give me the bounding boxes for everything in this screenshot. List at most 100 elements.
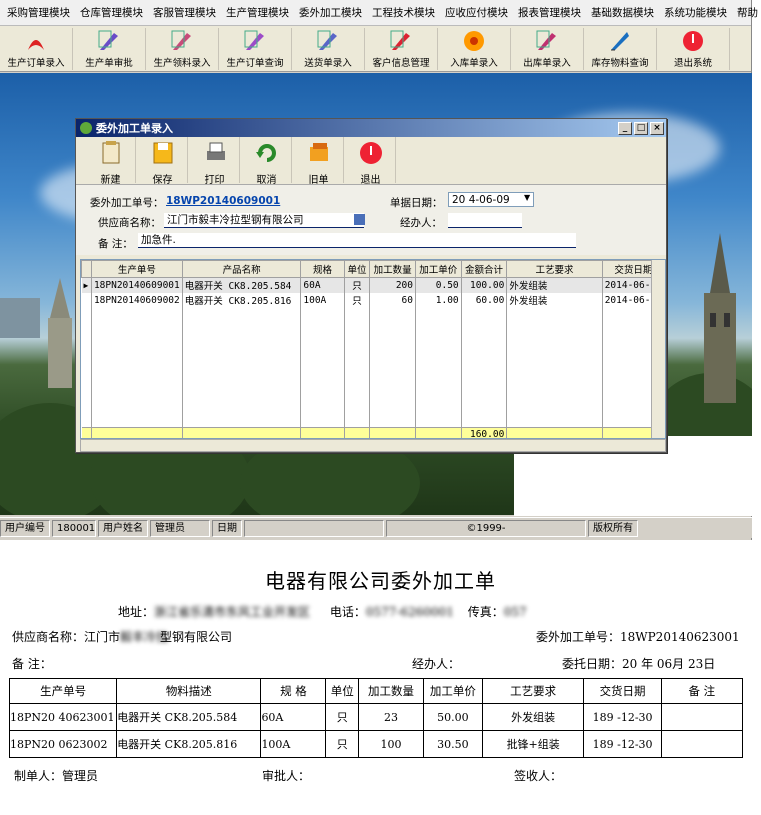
grid-cell[interactable]: 电器开关 CK8.205.816 <box>182 292 302 308</box>
toolbar-label: 出库单录入 <box>523 58 571 69</box>
menu-item-7[interactable]: 报表管理模块 <box>513 5 586 20</box>
toolbar-button-2[interactable]: 生产领料录入 <box>146 28 219 70</box>
menu-item-6[interactable]: 应收应付模块 <box>440 5 513 20</box>
toolbar-button-0[interactable]: 生产订单录入 <box>0 28 73 70</box>
menu-item-9[interactable]: 系统功能模块 <box>659 5 732 20</box>
printed-cell: 100A <box>260 730 327 758</box>
grid-column-header: 产品名称 <box>181 260 302 278</box>
dialog-button-label: 保存 <box>152 175 173 186</box>
grid-empty-cell <box>369 307 416 428</box>
printed-column-header: 工艺要求 <box>481 678 585 704</box>
printed-cell <box>660 703 744 731</box>
fax-label: 传真： <box>467 605 504 619</box>
dialog-button-5[interactable]: 退出 <box>346 137 396 186</box>
grid-row[interactable]: ▶ 18PN20140609001 电器开关 CK8.205.584 60A 只 200 0… <box>81 277 665 293</box>
menu-item-1[interactable]: 仓库管理模块 <box>75 5 148 20</box>
printed-cell: 50.00 <box>422 703 483 731</box>
dialog-titlebar: 委外加工单录入 _ □ × <box>76 119 666 137</box>
grid-cell[interactable]: 18PN20140609002 <box>91 292 183 308</box>
grid-total-cell <box>91 427 183 438</box>
grid-cell[interactable]: 1.00 <box>415 292 462 308</box>
dialog-button-1[interactable]: 保存 <box>138 137 188 186</box>
app-icon <box>80 122 92 134</box>
grid-cell[interactable]: 外发组装 <box>506 292 603 308</box>
grid-cell[interactable]: 60.00 <box>461 292 508 308</box>
toolbar-button-1[interactable]: 生产单审批 <box>73 28 146 70</box>
handler-field[interactable] <box>448 213 522 228</box>
grid-cell[interactable]: 200 <box>369 277 416 293</box>
grid-cell[interactable]: 0.50 <box>415 277 462 293</box>
toolbar-button-3[interactable]: 生产订单查询 <box>219 28 292 70</box>
grid-cell[interactable]: 60A <box>300 277 345 293</box>
grid-cell[interactable]: 外发组装 <box>506 277 603 293</box>
toolbar-button-6[interactable]: 入库单录入 <box>438 28 511 70</box>
maximize-button[interactable]: □ <box>634 121 648 135</box>
handler-label: 经办人： <box>400 217 442 229</box>
doc-remark: 备 注： <box>12 657 52 671</box>
printed-cell: 18PN20 40623001 <box>8 703 118 731</box>
grid-total-amount: 160.00 <box>461 427 508 438</box>
menu-item-2[interactable]: 客服管理模块 <box>148 5 221 20</box>
menu-item-0[interactable]: 采购管理模块 <box>2 5 75 20</box>
printed-cell: 100 <box>357 730 424 758</box>
grid-column-header: 生产单号 <box>90 260 183 278</box>
supplier-lookup-icon[interactable] <box>354 214 365 225</box>
doc-order-no: 委外加工单号：18WP20140623001 <box>536 630 740 644</box>
chevron-down-icon[interactable]: ▼ <box>524 193 530 202</box>
dialog-button-3[interactable]: 取消 <box>242 137 292 186</box>
printed-column-header: 加工数量 <box>357 678 424 704</box>
order-no-link[interactable]: 18WP20140609001 <box>166 195 280 207</box>
grid-cell[interactable]: 电器开关 CK8.205.584 <box>182 277 302 293</box>
cancel-icon <box>253 139 281 170</box>
printed-cell: 189 -12-30 <box>583 730 662 758</box>
printed-cell: 30.50 <box>422 730 483 758</box>
printer-icon <box>201 139 229 170</box>
close-button[interactable]: × <box>650 121 664 135</box>
menu-item-3[interactable]: 生产管理模块 <box>221 5 294 20</box>
grid-column-header: 工艺要求 <box>506 260 603 278</box>
toolbar-button-4[interactable]: 送货单录入 <box>292 28 365 70</box>
dialog-title: 委外加工单录入 <box>96 122 173 135</box>
grid-empty-cell <box>506 307 603 428</box>
grid-cell[interactable]: 18PN20140609001 <box>91 277 183 293</box>
horizontal-scrollbar[interactable] <box>80 439 666 452</box>
toolbar-button-5[interactable]: 客户信息管理 <box>365 28 438 70</box>
grid-empty-cell <box>461 307 508 428</box>
doc-handler: 经办人： <box>412 657 461 671</box>
dialog-button-label: 旧单 <box>308 175 329 186</box>
save-icon <box>149 139 177 170</box>
grid-cell[interactable]: 只 <box>344 292 371 308</box>
address-line: 地址：浙江省乐清市东风工业开发区 电话：0577-6260001 传真：057 <box>118 603 527 620</box>
grid-cell[interactable]: 100.00 <box>461 277 508 293</box>
printed-cell: 批锋+组装 <box>481 730 585 758</box>
toolbar-button-9[interactable]: 退出系统 <box>657 28 730 70</box>
doc-maker: 制单人：管理员 <box>14 769 99 783</box>
menu-item-4[interactable]: 委外加工模块 <box>294 5 367 20</box>
menu-item-10[interactable]: 帮助 <box>732 5 761 20</box>
grid-cell[interactable]: 只 <box>344 277 371 293</box>
tower-left-icon <box>48 278 72 388</box>
toolbar-label: 入库单录入 <box>450 58 498 69</box>
menubar: 采购管理模块 仓库管理模块 客服管理模块 生产管理模块 委外加工模块 工程技术模块 应收应付… <box>0 0 758 26</box>
grid-cell[interactable]: 60 <box>369 292 416 308</box>
menu-item-8[interactable]: 基础数据模块 <box>586 5 659 20</box>
date-picker[interactable]: 20 4-06-09 <box>448 192 534 207</box>
phone-value: 0577-6260001 <box>365 605 454 619</box>
remark-field[interactable]: 加急件. <box>138 233 576 248</box>
dialog-button-0[interactable]: 新建 <box>86 137 136 186</box>
user-no-value: 180001 <box>52 519 96 537</box>
printed-outsourcing-order: 电器有限公司委外加工单 地址：浙江省乐清市东风工业开发区 电话：0577-626… <box>0 545 761 815</box>
grid-row[interactable]: 18PN20140609002 电器开关 CK8.205.816 100A 只 60 1.… <box>81 292 665 308</box>
minimize-button[interactable]: _ <box>618 121 632 135</box>
menu-item-5[interactable]: 工程技术模块 <box>367 5 440 20</box>
dialog-button-2[interactable]: 打印 <box>190 137 240 186</box>
vertical-scrollbar[interactable] <box>651 260 665 438</box>
grid-cell[interactable]: 100A <box>300 292 345 308</box>
supplier-field[interactable]: 江门市毅丰冷拉型钢有限公司 <box>164 213 364 228</box>
order-no-label: 委外加工单号： <box>90 197 164 209</box>
toolbar-button-8[interactable]: 库存物料查询 <box>584 28 657 70</box>
pen-icon <box>315 28 341 54</box>
toolbar-button-7[interactable]: 出库单录入 <box>511 28 584 70</box>
grid-empty-cell <box>91 307 183 428</box>
dialog-button-4[interactable]: 旧单 <box>294 137 344 186</box>
